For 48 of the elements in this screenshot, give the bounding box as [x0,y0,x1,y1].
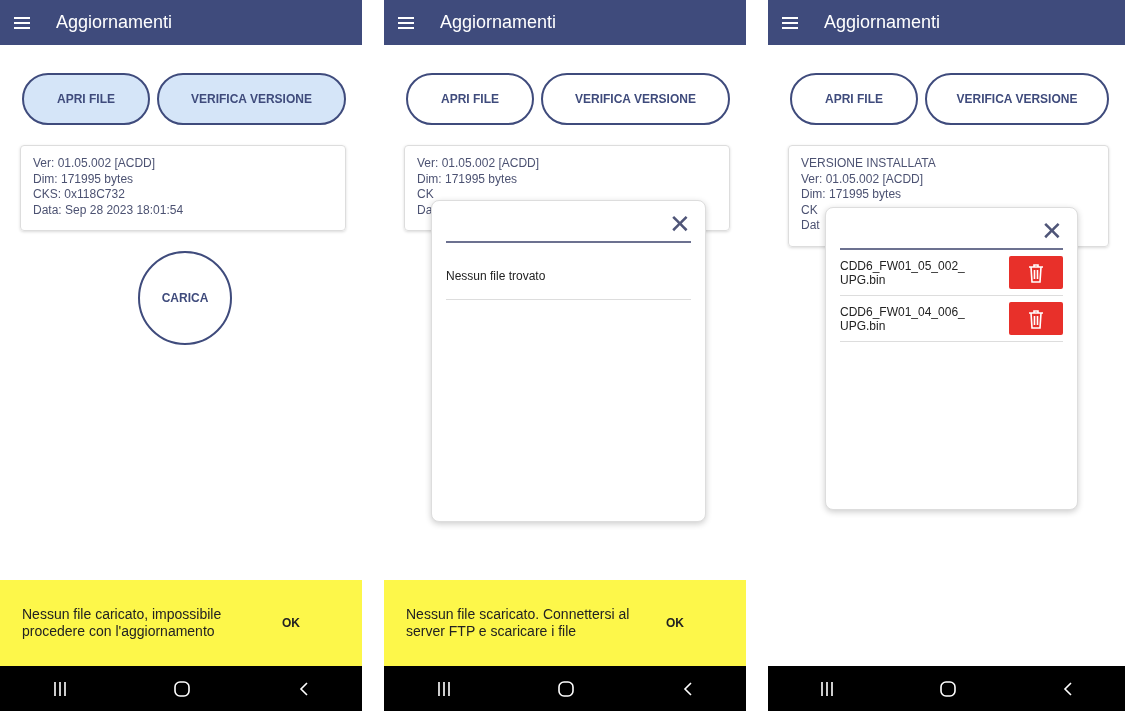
delete-button[interactable] [1009,302,1063,335]
home-icon [940,680,956,697]
info-text: VERSIONE INSTALLATA [801,156,936,172]
info-text: Ver: 01.05.002 [ACDD] [801,171,924,187]
back-icon [682,681,692,696]
info-text: Dim: 171995 bytes [801,187,902,203]
recents-icon [821,681,834,696]
open-file-button[interactable]: APRI FILE [406,73,534,125]
back-icon [1062,681,1072,696]
info-text: Dim: 171995 bytes [33,171,134,187]
home-icon [558,680,575,697]
info-text: Dim: 171995 bytes [417,171,518,187]
menu-icon[interactable] [782,16,798,29]
close-button[interactable]: ✕ [1041,216,1063,246]
back-icon [298,681,308,696]
check-version-button[interactable]: VERIFICA VERSIONE [157,73,346,125]
open-file-button[interactable]: APRI FILE [22,73,150,125]
file-name[interactable]: CDD6_FW01_05_002_ UPG.bin [840,258,965,287]
snackbar-message: Nessun file scaricato. Connettersi al server FTP e scaricare i file [406,606,631,640]
info-text: CK [417,187,434,203]
file-name[interactable]: CDD6_FW01_04_006_ UPG.bin [840,304,965,333]
screen-title: Aggiornamenti [824,12,941,33]
info-text: Data: Sep 28 2023 18:01:54 [33,202,184,218]
info-text: Ver: 01.05.002 [ACDD] [33,156,156,172]
home-icon [174,680,191,697]
screen-title: Aggiornamenti [440,12,557,33]
recents-icon [54,681,67,696]
info-text: Da [417,202,433,218]
ok-button[interactable]: OK [278,612,304,634]
check-version-button[interactable]: VERIFICA VERSIONE [925,73,1109,125]
menu-icon[interactable] [14,16,30,29]
empty-message: Nessun file trovato [446,243,691,300]
trash-icon [1028,262,1044,283]
info-text: CKS: 0x118C732 [33,187,125,203]
info-text: CK [801,202,818,218]
ok-button[interactable]: OK [662,612,688,634]
screen-title: Aggiornamenti [56,12,173,33]
info-text: Dat [801,218,820,234]
close-button[interactable]: ✕ [669,209,691,239]
open-file-button[interactable]: APRI FILE [790,73,918,125]
info-text: Ver: 01.05.002 [ACDD] [417,156,540,172]
menu-icon[interactable] [398,16,414,29]
check-version-button[interactable]: VERIFICA VERSIONE [541,73,730,125]
recents-icon [438,681,451,696]
trash-icon [1028,308,1044,329]
snackbar-message: Nessun file caricato, impossibile procedere con l'aggiornamento [22,606,223,640]
delete-button[interactable] [1009,256,1063,289]
load-button[interactable]: CARICA [138,251,232,345]
